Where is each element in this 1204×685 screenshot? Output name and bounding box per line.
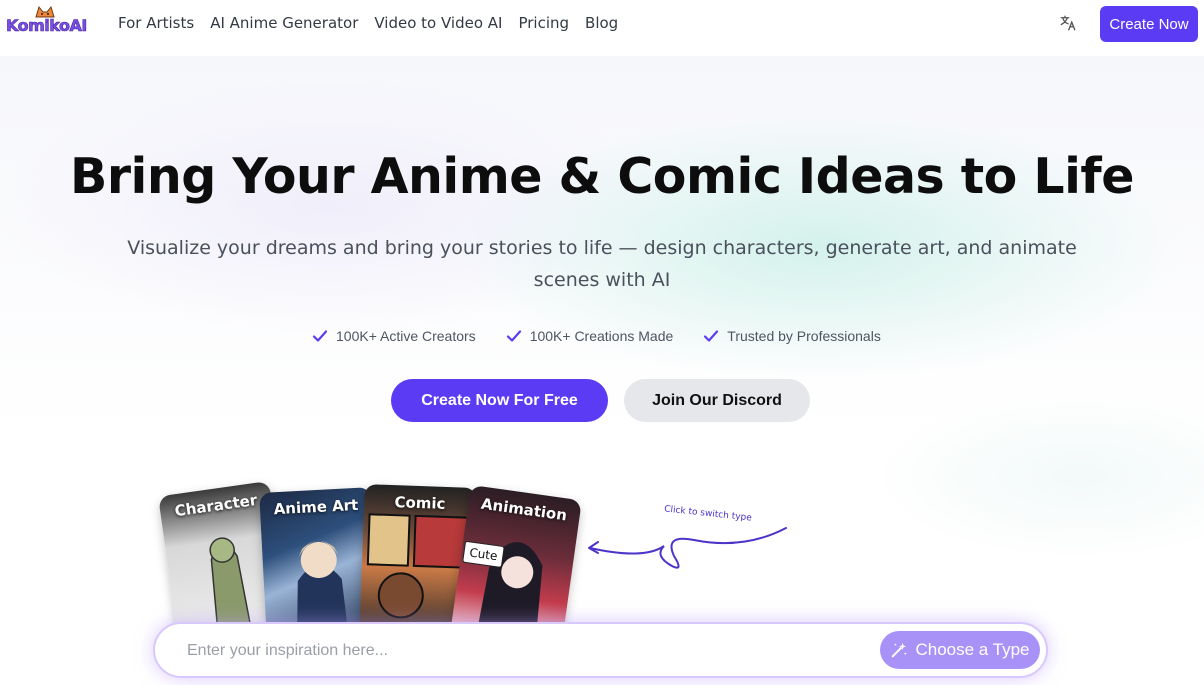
create-now-for-free-button[interactable]: Create Now For Free xyxy=(391,379,608,422)
feature-label: 100K+ Creations Made xyxy=(529,328,674,344)
check-icon xyxy=(506,330,521,342)
nav-link-blog[interactable]: Blog xyxy=(585,14,618,32)
logo[interactable]: KomikoAI xyxy=(6,4,98,42)
feature-label: 100K+ Active Creators xyxy=(336,328,476,344)
top-navbar: KomikoAI For Artists AI Anime Generator … xyxy=(0,0,1204,48)
hero-subtitle: Visualize your dreams and bring your sto… xyxy=(127,237,1077,291)
magic-wand-icon xyxy=(892,642,907,658)
feature-item: Trusted by Professionals xyxy=(703,328,881,344)
nav-link-ai-anime-generator[interactable]: AI Anime Generator xyxy=(210,14,358,32)
check-icon xyxy=(312,330,328,342)
curly-arrow-icon xyxy=(588,527,787,569)
prompt-bar: Choose a Type xyxy=(153,622,1048,678)
nav-links: For Artists AI Anime Generator Video to … xyxy=(118,14,634,32)
feature-list: 100K+ Active Creators 100K+ Creations Ma… xyxy=(312,328,911,344)
nav-link-pricing[interactable]: Pricing xyxy=(518,14,569,32)
nav-link-for-artists[interactable]: For Artists xyxy=(118,14,194,32)
card-label: Comic xyxy=(394,493,446,513)
choose-type-label: Choose a Type xyxy=(915,640,1030,659)
hero-title: Bring Your Anime & Comic Ideas to Life xyxy=(70,148,1134,205)
create-now-button[interactable]: Create Now xyxy=(1100,6,1198,42)
inspiration-input[interactable] xyxy=(187,640,837,662)
choose-type-button[interactable]: Choose a Type xyxy=(880,631,1040,669)
check-icon xyxy=(704,330,719,342)
logo-text: KomikoAI xyxy=(6,16,88,36)
feature-item: 100K+ Active Creators xyxy=(312,328,476,344)
nav-link-video-to-video-ai[interactable]: Video to Video AI xyxy=(374,14,502,32)
feature-item: 100K+ Creations Made xyxy=(506,328,674,344)
join-discord-button[interactable]: Join Our Discord xyxy=(624,379,810,422)
feature-label: Trusted by Professionals xyxy=(727,328,881,344)
translate-icon[interactable] xyxy=(1059,14,1077,32)
